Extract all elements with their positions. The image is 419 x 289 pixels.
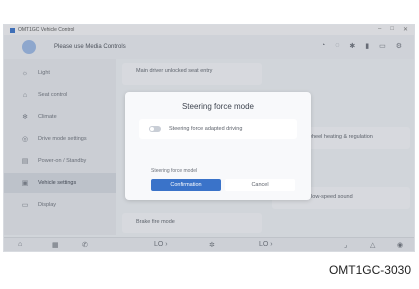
steering-force-toggle[interactable] xyxy=(149,126,161,132)
steering-force-adapted-row[interactable]: Steering force adapted driving xyxy=(139,119,297,139)
infotainment-screen: OMT1GC Vehicle Control – □ ✕ Please use … xyxy=(3,24,415,252)
option-label: Steering force model xyxy=(151,168,198,174)
figure-code: OMT1GC-3030 xyxy=(328,263,411,277)
steering-force-dialog: Steering force mode Steering force adapt… xyxy=(125,92,311,200)
toggle-label: Steering force adapted driving xyxy=(169,126,243,132)
cancel-button[interactable]: Cancel xyxy=(225,179,295,191)
figure-frame: OMT1GC Vehicle Control – □ ✕ Please use … xyxy=(0,0,419,289)
confirm-button[interactable]: Confirmation xyxy=(151,179,221,191)
dialog-title: Steering force mode xyxy=(181,102,255,111)
